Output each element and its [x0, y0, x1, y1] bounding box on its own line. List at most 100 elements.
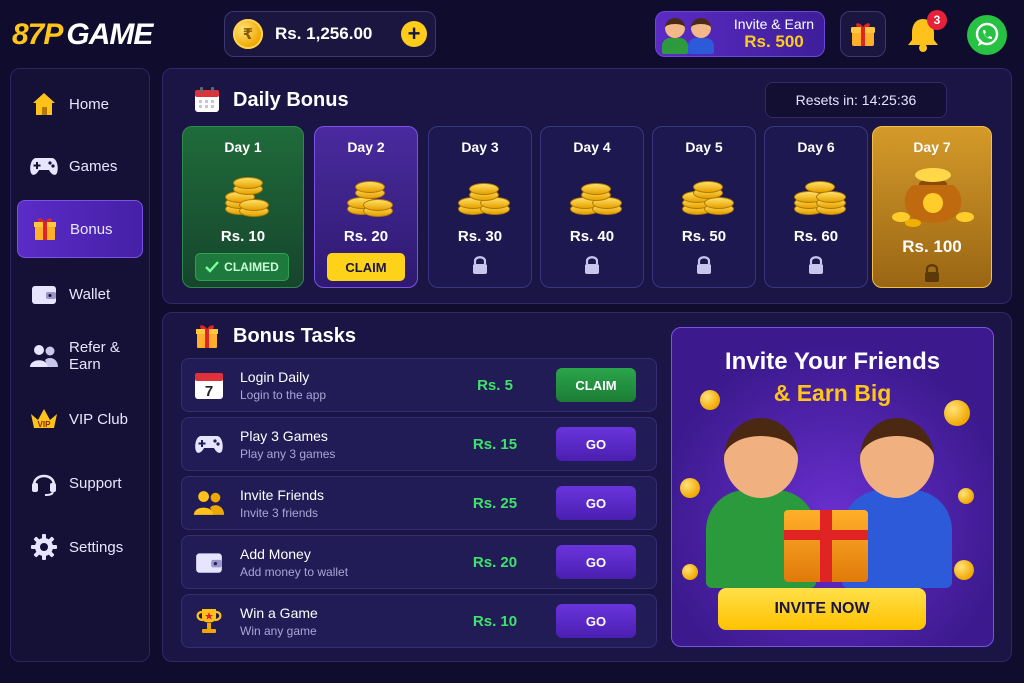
- notification-badge: 3: [927, 10, 947, 30]
- sidebar-item-home[interactable]: Home: [17, 75, 143, 133]
- daily-bonus-header: Daily Bonus: [193, 86, 349, 114]
- invite-card-subtitle: & Earn Big: [773, 380, 892, 406]
- bonus-tasks-title: Bonus Tasks: [233, 324, 356, 347]
- day-label: Day 7: [913, 139, 951, 155]
- sidebar-item-label: Games: [69, 157, 118, 175]
- users-icon: [192, 486, 226, 520]
- invite-earn-amount: Rs. 500: [744, 32, 804, 51]
- invite-now-button[interactable]: INVITE NOW: [718, 588, 926, 630]
- coins-icon: [568, 167, 624, 223]
- gift-button[interactable]: [840, 11, 886, 57]
- day-label: Day 6: [797, 139, 835, 155]
- invite-card-title: Invite Your Friends: [724, 348, 941, 375]
- sidebar-item-wallet[interactable]: Wallet: [17, 265, 143, 323]
- task-go-button[interactable]: GO: [556, 427, 636, 461]
- invite-friends-card: Invite Your Friends & Earn Big INVITE NO…: [671, 327, 994, 647]
- logo-word: GAME: [66, 18, 153, 51]
- check-icon: [205, 261, 220, 273]
- sidebar-item-label: Refer & Earn: [69, 339, 120, 373]
- gift-icon: [30, 214, 60, 244]
- day-reward: Rs. 40: [569, 228, 615, 245]
- sidebar-item-settings[interactable]: Settings: [17, 518, 143, 576]
- gamepad-icon: [192, 427, 226, 461]
- task-go-button[interactable]: GO: [556, 545, 636, 579]
- task-description: Add money to wallet: [240, 564, 349, 579]
- gift-icon: [851, 23, 875, 46]
- task-row: 7 Login Daily Login to the app Rs. 5 CLAI…: [181, 358, 657, 412]
- day-label: Day 5: [685, 139, 723, 155]
- sidebar-item-label: Bonus: [70, 220, 113, 238]
- task-name: Login Daily: [240, 368, 310, 385]
- whatsapp-button[interactable]: [967, 15, 1007, 55]
- claimed-label: CLAIMED: [224, 260, 279, 274]
- coins-icon: [456, 167, 512, 223]
- notifications-button[interactable]: 3: [903, 10, 947, 54]
- balance-amount: Rs. 1,256.00: [275, 24, 373, 43]
- sidebar-item-support[interactable]: Support: [17, 454, 143, 512]
- gamepad-icon: [29, 151, 59, 181]
- task-go-button[interactable]: GO: [556, 486, 636, 520]
- task-reward: Rs. 25: [472, 494, 518, 512]
- task-name: Play 3 Games: [240, 427, 328, 444]
- sidebar-item-vip[interactable]: VIP VIP Club: [17, 390, 143, 448]
- coins-icon: [792, 167, 848, 223]
- task-go-button[interactable]: GO: [556, 604, 636, 638]
- day-label: Day 3: [461, 139, 499, 155]
- day-card-2[interactable]: Day 2 Rs. 20 CLAIM: [314, 126, 418, 288]
- day-card-5: Day 5 Rs. 50: [652, 126, 756, 288]
- calendar-icon: [195, 87, 219, 112]
- day-reward: Rs. 100: [902, 237, 962, 256]
- svg-text:VIP: VIP: [38, 420, 52, 429]
- trophy-icon: [192, 604, 226, 638]
- day-card-1[interactable]: Day 1 Rs. 10 CLAIMED: [182, 126, 304, 288]
- day-reward: Rs. 30: [457, 228, 503, 245]
- day-label: Day 4: [573, 139, 611, 155]
- task-reward: Rs. 10: [472, 612, 518, 630]
- claim-day-2-button[interactable]: CLAIM: [327, 253, 405, 281]
- sidebar-item-label: Support: [69, 474, 122, 492]
- brand-logo[interactable]: 87P GAME: [12, 16, 153, 54]
- bonus-tasks-header: Bonus Tasks: [193, 322, 356, 350]
- day-card-6: Day 6 Rs. 60: [764, 126, 868, 288]
- wallet-balance[interactable]: ₹ Rs. 1,256.00 +: [224, 11, 436, 57]
- sidebar: Home Games Bonus Wallet Refer & Earn VIP…: [10, 68, 150, 662]
- lock-icon: [765, 255, 867, 275]
- day-label: Day 1: [224, 139, 262, 155]
- day-reward: Rs. 60: [793, 228, 839, 245]
- crown-icon: VIP: [29, 404, 59, 434]
- lock-icon: [541, 255, 643, 275]
- sidebar-item-label: VIP Club: [69, 410, 128, 428]
- gear-icon: [29, 532, 59, 562]
- task-description: Play any 3 games: [240, 446, 336, 461]
- task-row: Add Money Add money to wallet Rs. 20 GO: [181, 535, 657, 589]
- sidebar-item-label: Home: [69, 95, 110, 113]
- task-row: Win a Game Win any game Rs. 10 GO: [181, 594, 657, 648]
- invite-earn-label: Invite & Earn: [733, 16, 815, 32]
- lock-icon: [429, 255, 531, 275]
- add-funds-button[interactable]: +: [401, 21, 427, 47]
- invite-earn-button[interactable]: Invite & Earn Rs. 500: [655, 11, 825, 57]
- logo-number: 87P: [12, 18, 63, 51]
- sidebar-item-bonus[interactable]: Bonus: [17, 200, 143, 258]
- day-reward: Rs. 20: [343, 228, 389, 245]
- task-description: Win any game: [240, 623, 317, 638]
- coins-icon: [215, 167, 271, 223]
- claimed-badge: CLAIMED: [195, 253, 289, 281]
- coins-icon: [680, 167, 736, 223]
- wallet-icon: [29, 279, 59, 309]
- task-row: Play 3 Games Play any 3 games Rs. 15 GO: [181, 417, 657, 471]
- users-icon: [29, 341, 59, 371]
- task-claim-button[interactable]: CLAIM: [556, 368, 636, 402]
- task-reward: Rs. 5: [477, 376, 513, 394]
- day-reward: Rs. 10: [220, 228, 266, 245]
- task-name: Add Money: [240, 545, 311, 562]
- lock-icon: [653, 255, 755, 275]
- home-icon: [29, 89, 59, 119]
- sidebar-item-refer[interactable]: Refer & Earn: [17, 327, 143, 385]
- sidebar-item-games[interactable]: Games: [17, 137, 143, 195]
- whatsapp-icon: [975, 22, 999, 46]
- sidebar-item-label: Wallet: [69, 285, 111, 303]
- daily-bonus-title: Daily Bonus: [233, 88, 349, 111]
- task-name: Win a Game: [240, 604, 318, 621]
- gift-icon: [196, 325, 218, 348]
